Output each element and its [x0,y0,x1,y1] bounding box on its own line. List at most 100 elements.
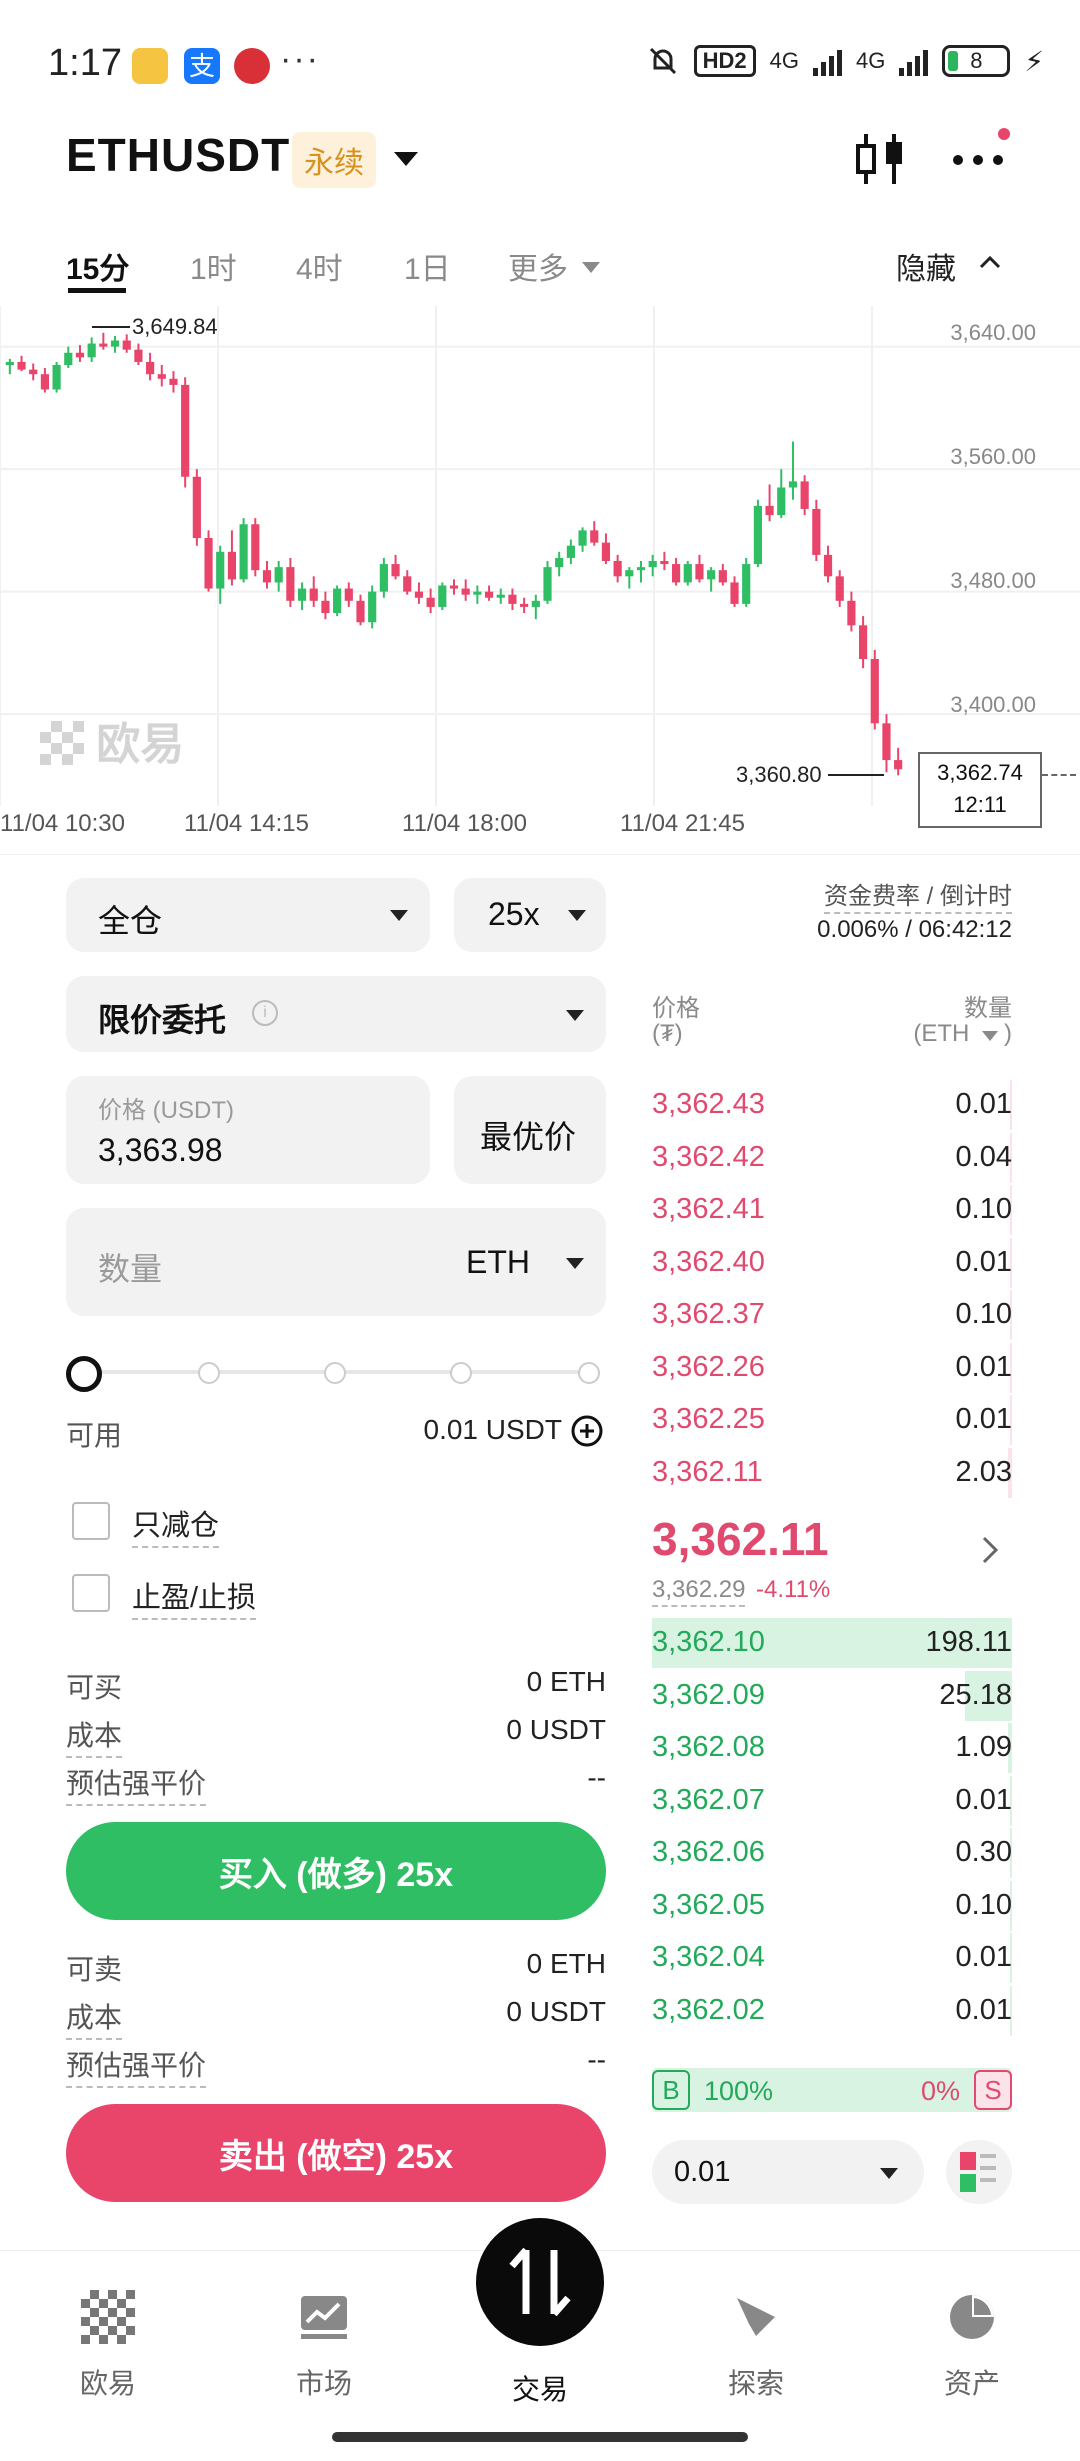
chevron-up-icon[interactable] [978,254,1002,270]
candle-body [636,567,646,571]
reduce-only-label: 只减仓 [132,1502,220,1548]
ask-quantity: 0.01 [955,1088,1012,1120]
nav-assets[interactable]: 资产 [902,2250,1042,2402]
candle-body [29,369,38,375]
slider-handle[interactable] [66,1356,102,1392]
high-price-label: 3,649.84 [92,314,218,340]
bid-row[interactable]: 3,362.07 0.01 [652,1775,1012,1826]
nav-trade-label[interactable]: 交易 [470,2368,610,2408]
bid-row[interactable]: 3,362.09 25.18 [652,1670,1012,1721]
ask-price: 3,362.26 [652,1350,765,1383]
max-buy-value: 0 ETH [526,1666,606,1697]
quantity-unit[interactable]: ETH [466,1244,530,1281]
layout-icon-bid [960,2174,976,2192]
ask-row[interactable]: 3,362.26 0.01 [652,1342,1012,1393]
slider-step-25[interactable] [198,1362,220,1384]
bid-row[interactable]: 3,362.02 0.01 [652,1985,1012,2036]
more-dropdown-icon[interactable] [582,262,600,273]
slider-step-75[interactable] [450,1362,472,1384]
price-input-label: 价格 (USDT) [98,1097,234,1124]
hide-chart-button[interactable]: 隐藏 [896,244,956,288]
ask-price: 3,362.37 [652,1298,765,1330]
depth-layout-button[interactable] [946,2140,1012,2204]
candle-body [601,542,611,561]
ask-row[interactable]: 3,362.11 2.03 [652,1447,1012,1498]
nav-market[interactable]: 市场 [254,2250,394,2402]
y-tick: 3,480.00 [950,568,1036,593]
tab-1h[interactable]: 1时 [190,244,237,288]
quantity-input[interactable]: 数量 ETH [66,1208,606,1316]
candle-body [520,603,529,607]
candle-body [146,361,155,375]
ask-row[interactable]: 3,362.37 0.10 [652,1290,1012,1340]
info-icon[interactable]: i [252,1000,278,1026]
bid-price: 3,362.08 [652,1731,765,1763]
leverage-select[interactable]: 25x [454,878,606,952]
best-price-label: 最优价 [480,1119,577,1155]
more-menu-icon[interactable] [948,126,1012,176]
candle-body [274,567,283,583]
x-tick: 11/04 14:15 [184,810,310,837]
price-input-value: 3,363.98 [98,1132,223,1168]
alipay-app-icon: 支 [184,48,220,84]
order-type-caret-icon [566,1010,584,1021]
candle-body [496,594,505,598]
candle-body [134,349,143,362]
buy-long-button[interactable]: 买入 (做多) 25x [66,1822,606,1920]
mark-price: 3,362.29 [652,1576,746,1607]
nav-okx[interactable]: 欧易 [38,2250,178,2402]
order-type-select[interactable]: 限价委托 i [66,976,606,1052]
chevron-right-icon[interactable] [980,1534,1000,1566]
bid-row[interactable]: 3,362.04 0.01 [652,1933,1012,1983]
candle-body [718,570,727,583]
ask-row[interactable]: 3,362.43 0.01 [652,1080,1012,1130]
slider-step-50[interactable] [324,1362,346,1384]
tab-more[interactable]: 更多 [508,244,568,288]
tab-4h[interactable]: 4时 [296,244,343,288]
reduce-only-checkbox[interactable] [72,1502,110,1540]
price-input[interactable]: 价格 (USDT) 3,363.98 [66,1076,430,1184]
buy-liq-price-value: -- [587,1762,606,1793]
tp-sl-checkbox[interactable] [72,1574,110,1612]
candle-body [753,505,762,565]
ask-row[interactable]: 3,362.25 0.01 [652,1395,1012,1445]
add-circle-icon[interactable] [570,1414,604,1448]
mute-bell-icon [649,47,676,75]
bid-quantity: 0.01 [955,1941,1012,1973]
candle-body [52,365,61,390]
tab-1d[interactable]: 1日 [404,244,451,288]
nav-explore[interactable]: 探索 [686,2250,826,2402]
bid-row[interactable]: 3,362.05 0.10 [652,1880,1012,1931]
candle-body [742,564,751,604]
best-price-button[interactable]: 最优价 [454,1076,606,1184]
tab-15m[interactable]: 15分 [66,244,129,288]
sell-short-button[interactable]: 卖出 (做空) 25x [66,2104,606,2202]
ask-row[interactable]: 3,362.42 0.04 [652,1132,1012,1183]
symbol-dropdown-icon[interactable] [394,152,418,166]
precision-select[interactable]: 0.01 [652,2140,924,2204]
ask-row[interactable]: 3,362.41 0.10 [652,1185,1012,1235]
candlestick-mode-icon[interactable] [852,130,908,188]
symbol-title[interactable]: ETHUSDT [66,128,290,182]
ask-price: 3,362.43 [652,1088,765,1120]
slider-step-100[interactable] [578,1362,600,1384]
candle-body [309,588,318,601]
candle-body [707,570,716,580]
bid-row[interactable]: 3,362.06 0.30 [652,1828,1012,1878]
qty-column-unit-select[interactable]: (ETH ) [913,1020,1012,1048]
trade-tab-button[interactable] [476,2218,604,2346]
tp-sl-label: 止盈/止损 [132,1574,257,1620]
quantity-unit-caret-icon[interactable] [566,1258,584,1269]
ask-row[interactable]: 3,362.40 0.01 [652,1237,1012,1288]
margin-mode-value: 全仓 [98,903,163,939]
funding-rate-title[interactable]: 资金费率 / 倒计时 [823,876,1012,914]
max-sell-value: 0 ETH [526,1948,606,1979]
candle-body [122,340,131,350]
bid-row[interactable]: 3,362.08 1.09 [652,1723,1012,1773]
bid-row[interactable]: 3,362.10 198.11 [652,1618,1012,1668]
more-notifications-icon: ··· [280,40,320,78]
margin-mode-select[interactable]: 全仓 [66,878,430,952]
price-column-header: 价格 [652,995,700,1022]
precision-value: 0.01 [674,2156,731,2188]
nav-explore-label: 探索 [727,2368,784,2399]
